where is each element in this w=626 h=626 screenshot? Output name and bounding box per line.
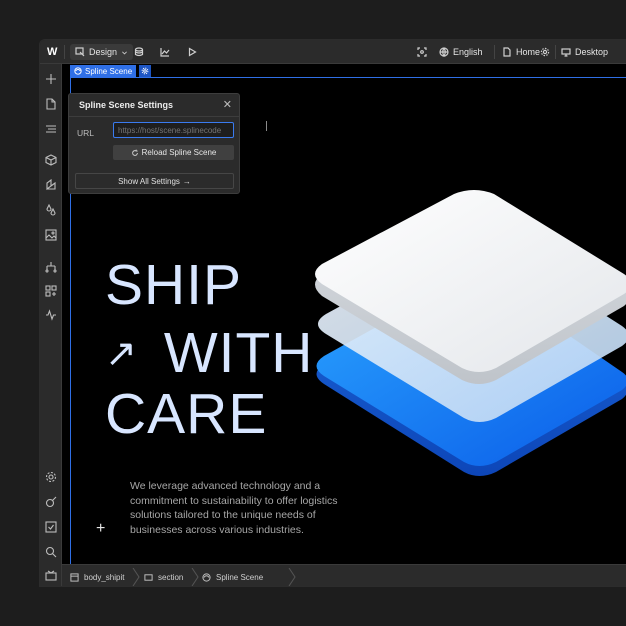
selected-element-chip[interactable]: Spline Scene bbox=[70, 65, 137, 77]
pages-panel-button[interactable] bbox=[44, 97, 58, 111]
spline-icon bbox=[202, 572, 211, 582]
locale-label: English bbox=[453, 47, 483, 57]
breakpoint-label: Desktop bbox=[575, 47, 609, 57]
styles-panel-button[interactable] bbox=[44, 203, 58, 217]
chevron-right-icon bbox=[132, 568, 140, 586]
show-all-settings-button[interactable]: Show All Settings → bbox=[75, 173, 234, 189]
chart-icon bbox=[160, 48, 170, 57]
element-settings-button[interactable] bbox=[139, 65, 151, 77]
url-input[interactable] bbox=[113, 122, 234, 138]
page-selector[interactable]: Home bbox=[502, 40, 540, 64]
audit-panel-button[interactable] bbox=[44, 495, 58, 509]
headline-line-1: SHIP bbox=[105, 253, 243, 317]
preview-button[interactable] bbox=[187, 40, 197, 64]
selected-element-label: Spline Scene bbox=[85, 66, 133, 76]
reload-label: Reload Spline Scene bbox=[141, 148, 217, 157]
headline-line-3: CARE bbox=[105, 382, 268, 446]
chevron-right-icon bbox=[191, 568, 199, 586]
drops-icon bbox=[46, 204, 56, 216]
cms-button[interactable] bbox=[134, 40, 144, 64]
globe-icon bbox=[439, 47, 449, 57]
breadcrumb-label: body_shipit bbox=[84, 572, 125, 582]
page-icon bbox=[46, 98, 56, 110]
popup-title: Spline Scene Settings bbox=[79, 100, 174, 110]
add-panel-button[interactable] bbox=[44, 72, 58, 86]
divider bbox=[555, 45, 556, 59]
navigator-panel-button[interactable] bbox=[44, 122, 58, 136]
focus-button[interactable] bbox=[417, 40, 427, 64]
close-icon[interactable]: ✕ bbox=[223, 98, 232, 111]
breadcrumb-label: Spline Scene bbox=[216, 572, 264, 582]
gear-icon bbox=[540, 47, 550, 57]
flow-icon bbox=[45, 262, 57, 273]
cursor-icon bbox=[75, 47, 85, 57]
spline-icon bbox=[74, 67, 82, 75]
plus-icon: + bbox=[96, 520, 106, 537]
top-bar: W Design English Home Desktop bbox=[40, 40, 626, 64]
locale-selector[interactable]: English bbox=[439, 40, 483, 64]
headline-line-2: ↗ WITH bbox=[105, 325, 313, 382]
desktop-icon bbox=[561, 48, 571, 57]
gear-icon bbox=[45, 471, 57, 483]
chevron-down-icon bbox=[122, 51, 127, 54]
webflow-logo[interactable]: W bbox=[47, 40, 57, 64]
focus-icon bbox=[417, 47, 427, 57]
search-panel-button[interactable] bbox=[44, 545, 58, 559]
breakpoint-selector[interactable]: Desktop bbox=[561, 40, 608, 64]
shapes-icon bbox=[46, 179, 56, 191]
headline-word-with: WITH bbox=[163, 321, 314, 385]
logic-panel-button[interactable] bbox=[44, 260, 58, 274]
assets-panel-button[interactable] bbox=[44, 228, 58, 242]
designer-window: W Design English Home Desktop Spline Sce… bbox=[39, 39, 626, 587]
settings-panel-button[interactable] bbox=[44, 470, 58, 484]
wand-icon bbox=[45, 496, 57, 508]
apps-panel-button[interactable] bbox=[44, 284, 58, 298]
checkbox-icon bbox=[45, 521, 57, 533]
mode-dropdown[interactable]: Design bbox=[70, 44, 134, 60]
activity-panel-button[interactable] bbox=[44, 308, 58, 322]
body-paragraph: We leverage advanced technology and a co… bbox=[130, 480, 338, 536]
cube-icon bbox=[45, 154, 57, 166]
page-label: Home bbox=[516, 47, 541, 57]
left-toolbar bbox=[40, 64, 62, 586]
divider bbox=[64, 45, 65, 59]
image-icon bbox=[45, 229, 57, 241]
guide-tick bbox=[266, 121, 267, 131]
breadcrumb-label: section bbox=[158, 572, 184, 582]
show-all-label: Show All Settings bbox=[118, 176, 180, 186]
spline-3d-scene[interactable] bbox=[304, 184, 626, 504]
breadcrumb: body_shipit section Spline Scene bbox=[62, 564, 626, 586]
section-icon bbox=[144, 573, 153, 581]
tasks-panel-button[interactable] bbox=[44, 520, 58, 534]
analytics-button[interactable] bbox=[160, 40, 170, 64]
play-icon bbox=[188, 47, 197, 57]
chevron-right-icon bbox=[288, 568, 296, 586]
divider bbox=[69, 116, 239, 117]
spline-settings-popup: Spline Scene Settings ✕ URL Reload Splin… bbox=[68, 93, 240, 194]
arrow-right-icon: → bbox=[182, 176, 191, 186]
divider bbox=[494, 45, 495, 59]
video-panel-button[interactable] bbox=[44, 569, 58, 583]
plus-icon bbox=[46, 74, 56, 84]
arrow-up-right-icon: ↗ bbox=[105, 332, 138, 375]
breadcrumb-item-section[interactable]: section bbox=[144, 565, 184, 586]
search-icon bbox=[45, 546, 57, 558]
apps-icon bbox=[45, 285, 57, 297]
components-panel-button[interactable] bbox=[44, 153, 58, 167]
database-icon bbox=[134, 47, 144, 57]
video-icon bbox=[45, 570, 57, 581]
page-icon bbox=[503, 47, 511, 57]
layers-list-icon bbox=[46, 125, 56, 133]
body-icon bbox=[70, 572, 79, 582]
pulse-icon bbox=[46, 309, 56, 321]
breadcrumb-item-spline-scene[interactable]: Spline Scene bbox=[202, 565, 264, 586]
reload-scene-button[interactable]: Reload Spline Scene bbox=[113, 145, 234, 160]
gear-icon bbox=[141, 67, 149, 75]
mode-label: Design bbox=[89, 47, 118, 57]
variables-panel-button[interactable] bbox=[44, 178, 58, 192]
breadcrumb-item-body[interactable]: body_shipit bbox=[70, 565, 125, 586]
url-label: URL bbox=[77, 128, 95, 138]
refresh-icon bbox=[131, 149, 138, 156]
page-settings-button[interactable] bbox=[540, 40, 550, 64]
